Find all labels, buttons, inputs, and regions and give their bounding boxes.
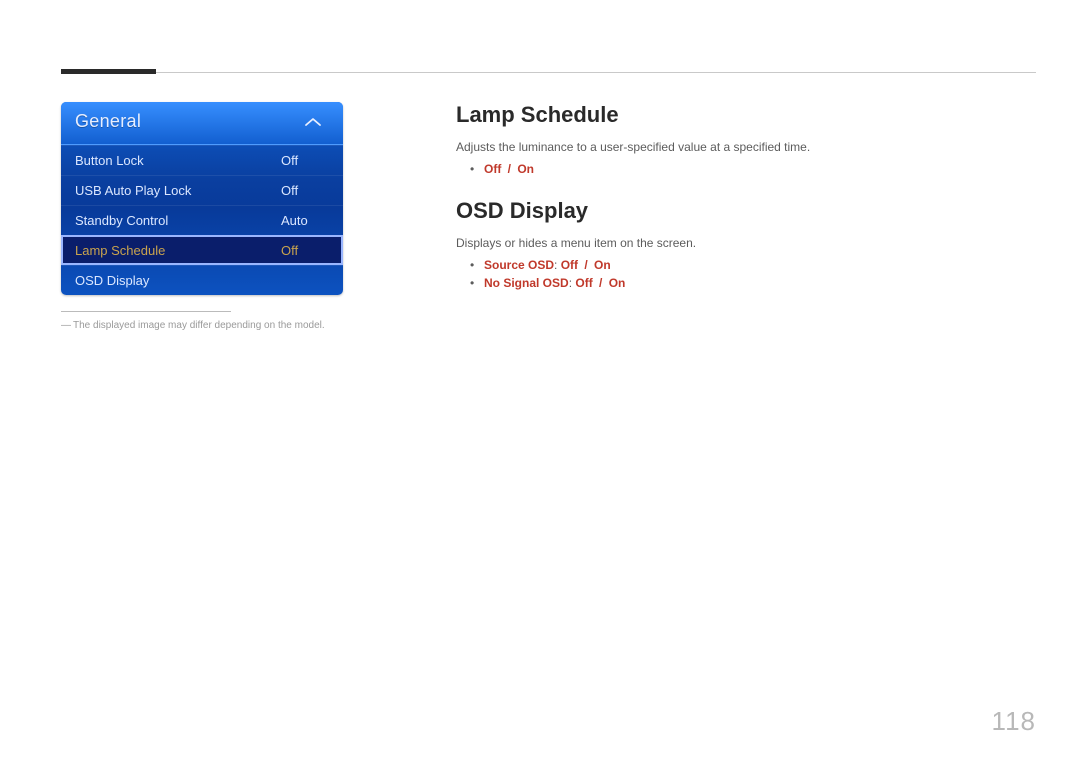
option-value: Off (561, 258, 578, 272)
bullets-osd: Source OSD: Off / On No Signal OSD: Off … (470, 258, 1016, 290)
osd-row-value: Off (281, 243, 329, 258)
option-prefix: No Signal OSD (484, 276, 569, 290)
osd-row-usb-auto-play-lock[interactable]: USB Auto Play Lock Off (61, 175, 343, 205)
option-sep: / (593, 276, 609, 290)
page-rule (61, 72, 1036, 73)
option-value: On (517, 162, 534, 176)
option-value: On (594, 258, 611, 272)
osd-row-label: Lamp Schedule (75, 243, 165, 258)
footnote: ―The displayed image may differ dependin… (61, 320, 343, 331)
option-value: Off (575, 276, 592, 290)
osd-title: General (75, 111, 141, 132)
section-desc-osd: Displays or hides a menu item on the scr… (456, 236, 1016, 250)
page-number: 118 (992, 706, 1036, 737)
osd-row-value: Off (281, 183, 329, 198)
bullet: No Signal OSD: Off / On (470, 276, 1016, 290)
bullets-lamp: Off / On (470, 162, 1016, 176)
osd-row-label: OSD Display (75, 273, 149, 288)
osd-row-label: Standby Control (75, 213, 168, 228)
osd-row-standby-control[interactable]: Standby Control Auto (61, 205, 343, 235)
option-sep: / (578, 258, 594, 272)
bullet: Source OSD: Off / On (470, 258, 1016, 272)
footnote-rule (61, 311, 231, 312)
osd-row-value: Off (281, 153, 329, 168)
footnote-text: The displayed image may differ depending… (73, 320, 325, 331)
osd-row-value: Auto (281, 213, 329, 228)
option-colon: : (554, 258, 561, 272)
bullet: Off / On (470, 162, 1016, 176)
option-value: Off (484, 162, 501, 176)
osd-panel: General Button Lock Off USB Auto Play Lo… (61, 102, 343, 295)
right-column: Lamp Schedule Adjusts the luminance to a… (456, 102, 1016, 312)
section-heading-osd: OSD Display (456, 198, 1016, 224)
osd-header: General (61, 102, 343, 145)
option-value: On (609, 276, 626, 290)
osd-row-osd-display[interactable]: OSD Display (61, 265, 343, 295)
left-column: General Button Lock Off USB Auto Play Lo… (61, 102, 343, 331)
section-desc-lamp: Adjusts the luminance to a user-specifie… (456, 140, 1016, 154)
option-prefix: Source OSD (484, 258, 554, 272)
osd-row-label: Button Lock (75, 153, 144, 168)
osd-row-lamp-schedule[interactable]: Lamp Schedule Off (61, 235, 343, 265)
chevron-up-icon[interactable] (297, 113, 329, 131)
osd-row-button-lock[interactable]: Button Lock Off (61, 145, 343, 175)
section-heading-lamp: Lamp Schedule (456, 102, 1016, 128)
option-sep: / (501, 162, 517, 176)
osd-row-label: USB Auto Play Lock (75, 183, 191, 198)
page-rule-accent (61, 69, 156, 74)
